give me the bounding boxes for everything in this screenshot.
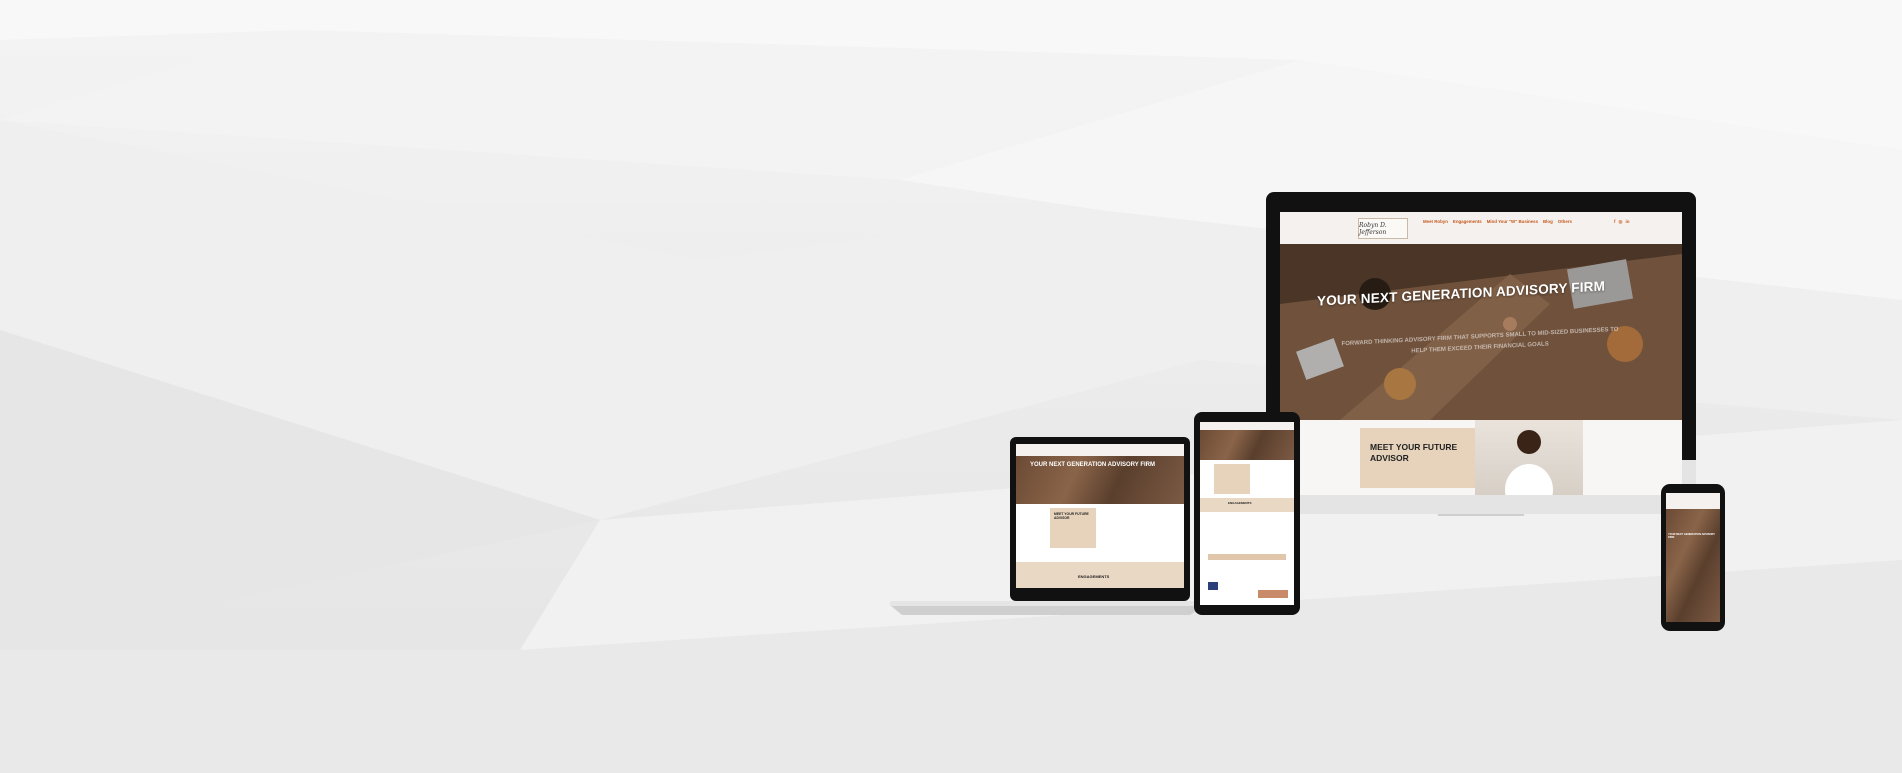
laptop-screen: YOUR NEXT GENERATION ADVISORY FIRM MEET …	[1016, 444, 1184, 588]
main-menu: Meet Robyn Engagements Mind Your "W" Bus…	[1423, 219, 1572, 224]
desktop-monitor-mockup: Robyn D. Jefferson Meet Robyn Engagement…	[1266, 192, 1696, 516]
linkedin-icon[interactable]: in	[1625, 219, 1629, 225]
tablet-section-title: ENGAGEMENTS	[1228, 501, 1252, 505]
menu-item-others[interactable]: Others	[1558, 219, 1572, 224]
instagram-icon[interactable]: ◎	[1619, 219, 1623, 225]
hero-banner: YOUR NEXT GENERATION ADVISORY FIRM FORWA…	[1280, 244, 1682, 420]
facebook-icon[interactable]: f	[1614, 219, 1616, 225]
menu-item-mind-your-business[interactable]: Mind Your "W" Business	[1487, 219, 1538, 224]
laptop-hero: YOUR NEXT GENERATION ADVISORY FIRM	[1016, 456, 1184, 504]
social-links: f ◎ in	[1614, 219, 1629, 225]
phone-screen: YOUR NEXT GENERATION ADVISORY FIRM	[1666, 493, 1720, 622]
laptop-mockup: YOUR NEXT GENERATION ADVISORY FIRM MEET …	[890, 437, 1206, 619]
phone-hero-title: YOUR NEXT GENERATION ADVISORY FIRM	[1668, 533, 1715, 539]
tablet-screen: ENGAGEMENTS	[1200, 422, 1294, 605]
menu-item-engagements[interactable]: Engagements	[1453, 219, 1482, 224]
menu-item-blog[interactable]: Blog	[1543, 219, 1553, 224]
phone-mockup: YOUR NEXT GENERATION ADVISORY FIRM	[1661, 484, 1725, 631]
advisor-photo	[1475, 420, 1583, 495]
site-logo[interactable]: Robyn D. Jefferson	[1358, 218, 1408, 239]
menu-item-meet-robyn[interactable]: Meet Robyn	[1423, 219, 1448, 224]
laptop-hero-title: YOUR NEXT GENERATION ADVISORY FIRM	[1030, 462, 1156, 468]
phone-hero: YOUR NEXT GENERATION ADVISORY FIRM	[1666, 509, 1720, 622]
tablet-mockup: ENGAGEMENTS	[1194, 412, 1300, 615]
site-header: Robyn D. Jefferson Meet Robyn Engagement…	[1280, 212, 1682, 244]
desktop-screen: Robyn D. Jefferson Meet Robyn Engagement…	[1280, 212, 1682, 495]
laptop-advisor-heading: MEET YOUR FUTURE ADVISOR	[1054, 512, 1089, 520]
advisor-heading: MEET YOUR FUTURE ADVISOR	[1370, 442, 1458, 463]
advisor-section: MEET YOUR FUTURE ADVISOR	[1280, 420, 1682, 495]
laptop-section-title: ENGAGEMENTS	[1078, 574, 1110, 579]
